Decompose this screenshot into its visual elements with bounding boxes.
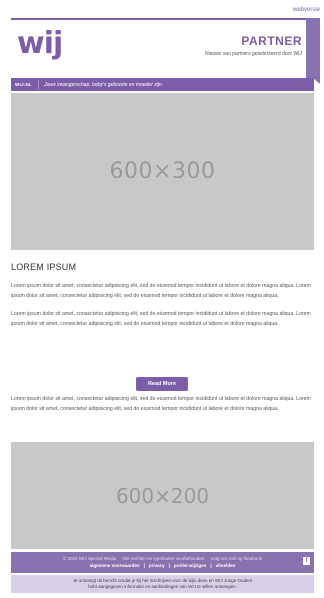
- read-more-wrapper: Read More: [0, 372, 324, 391]
- disclaimer: Je ontvangt dit bericht omdat je bij het…: [11, 575, 314, 593]
- webversie-link[interactable]: webversie: [293, 7, 320, 13]
- nav-tagline: Jouw zwangerschap, baby's geboorte en mo…: [44, 81, 162, 88]
- footer-link-voorwaarden[interactable]: algemene voorwaarden: [90, 563, 140, 568]
- header: wij PARTNER Nieuws van partners geselect…: [11, 18, 320, 84]
- nav-bar: WIJ.NL Jouw zwangerschap, baby's geboort…: [11, 78, 314, 91]
- hero-placeholder-label: 600×300: [109, 159, 216, 184]
- article-paragraph-1: Lorem ipsum dolor sit amet, consectetur …: [11, 283, 311, 299]
- article-headline: LOREM IPSUM: [11, 262, 77, 272]
- footer-separator: |: [210, 563, 212, 568]
- footer-link-profiel[interactable]: profiel wijzigen: [174, 563, 207, 568]
- footer-info: © 2016 WIJ Special Media Alle rechten en…: [11, 556, 314, 561]
- ribbon-decoration: [306, 18, 320, 84]
- wij-logo[interactable]: wij: [17, 26, 63, 62]
- partner-subtitle: Nieuws van partners geselecteerd door WI…: [205, 51, 302, 57]
- footer-links: algemene voorwaarden | privacy | profiel…: [11, 563, 314, 568]
- facebook-icon[interactable]: f: [303, 557, 310, 565]
- partner-title: PARTNER: [241, 34, 302, 48]
- footer-link-privacy[interactable]: privacy: [149, 563, 165, 568]
- article-content: LOREM IPSUM Lorem ipsum dolor sit amet, …: [11, 262, 314, 337]
- footer: © 2016 WIJ Special Media Alle rechten en…: [11, 552, 314, 573]
- footer-rights: Alle rechten en typefouten voorbehouden: [122, 556, 205, 561]
- footer-follow: Volg ons ook op facebook: [210, 556, 262, 561]
- article-paragraph-3: Lorem ipsum dolor sit amet, consectetur …: [11, 396, 311, 412]
- top-bar: webversie: [0, 0, 324, 18]
- banner-placeholder-label: 600×200: [115, 483, 210, 508]
- nav-divider: [38, 80, 40, 89]
- hero-image-placeholder[interactable]: 600×300: [11, 93, 314, 250]
- nav-brand-link[interactable]: WIJ.NL: [15, 82, 32, 87]
- disclaimer-line-2: hebt aangegeven informatie en aanbieding…: [88, 584, 237, 589]
- footer-link-afmelden[interactable]: afmelden: [216, 563, 236, 568]
- footer-copyright: © 2016 WIJ Special Media: [63, 556, 117, 561]
- article-paragraph-3-wrapper: Lorem ipsum dolor sit amet, consectetur …: [11, 394, 314, 422]
- read-more-button[interactable]: Read More: [136, 377, 188, 391]
- banner-image-placeholder[interactable]: 600×200: [11, 442, 314, 549]
- footer-separator: |: [143, 563, 145, 568]
- footer-separator: |: [168, 563, 170, 568]
- article-paragraph-2: Lorem ipsum dolor sit amet, consectetur …: [11, 311, 311, 327]
